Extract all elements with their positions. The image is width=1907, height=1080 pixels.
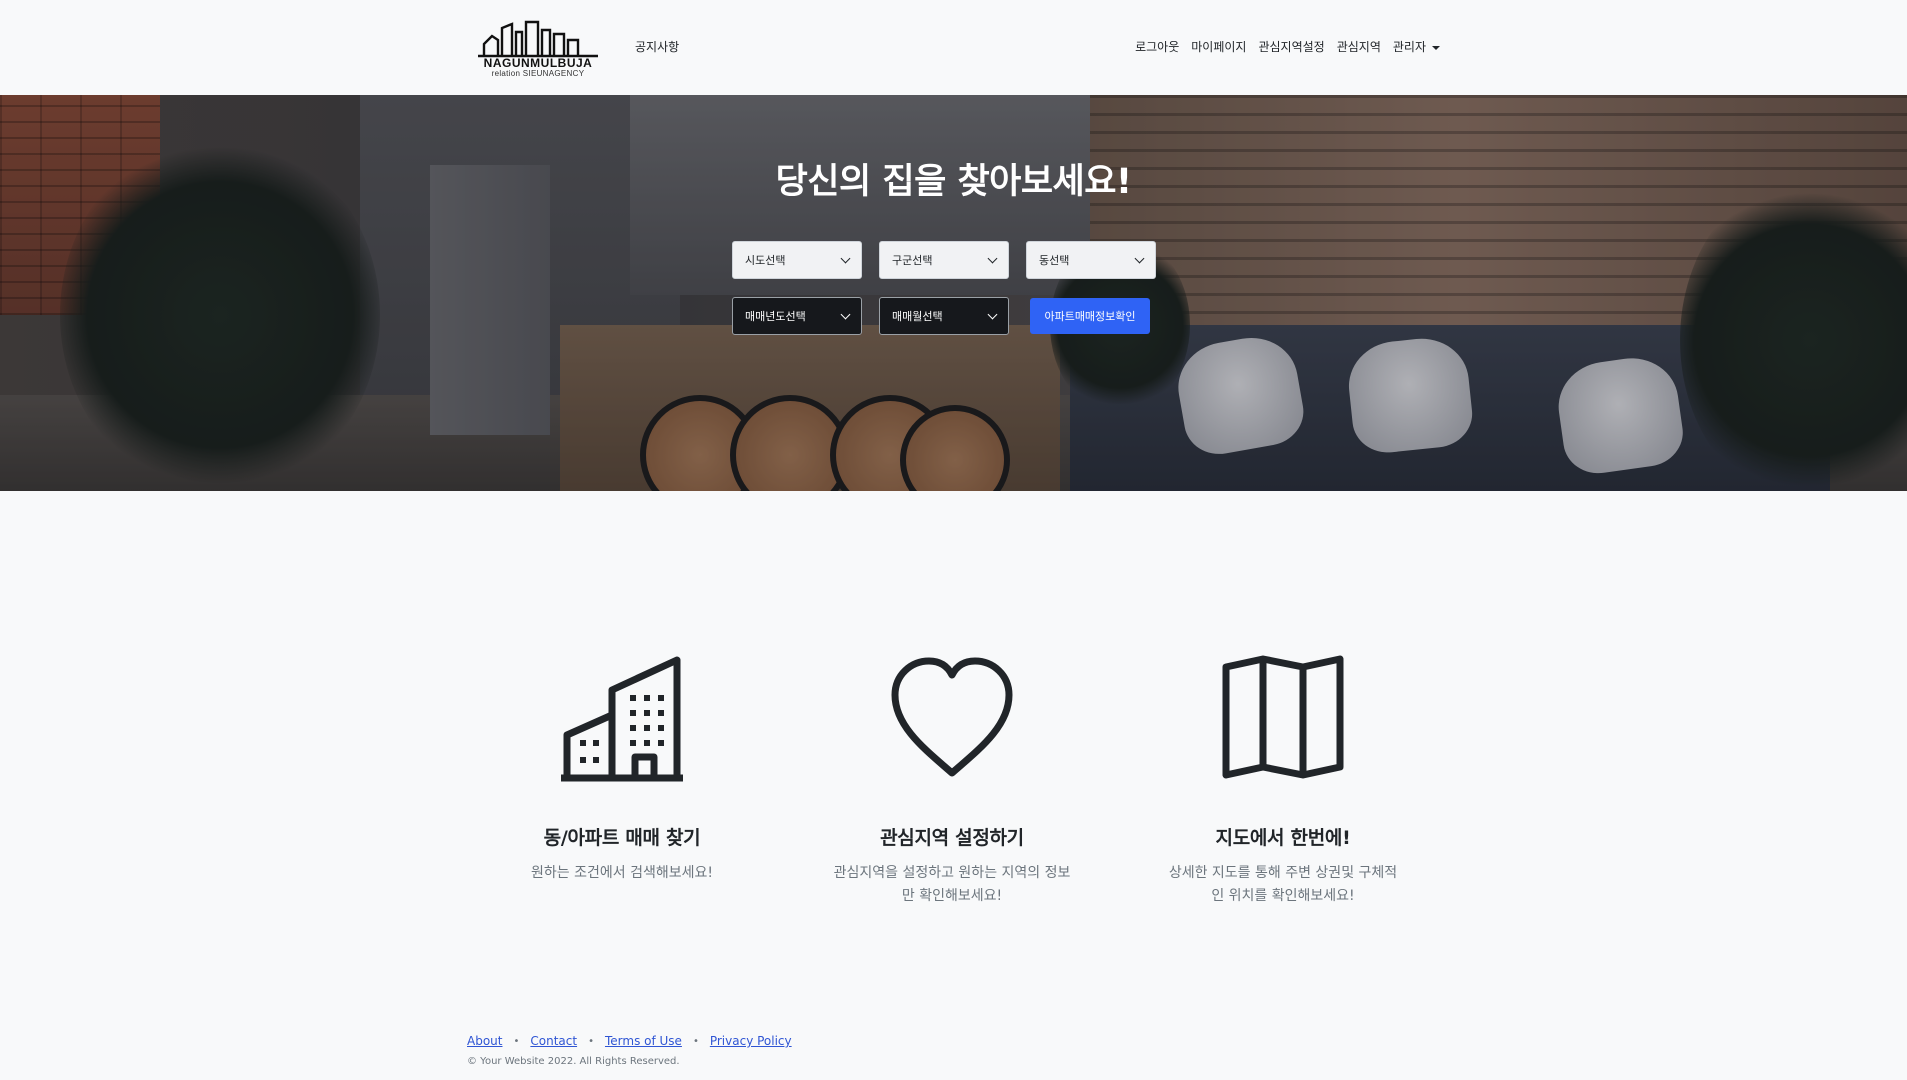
- chevron-down-icon: [840, 253, 851, 264]
- sido-select-value: 시도선택: [745, 254, 786, 267]
- building-icon: [561, 656, 683, 782]
- navbar-container: NAGUNMULBUJA relation SIEUNAGENCY 공지사항 로…: [467, 0, 1440, 95]
- chevron-down-icon: [987, 253, 998, 264]
- footer-copyright: © Your Website 2022. All Rights Reserved…: [467, 1056, 680, 1067]
- footer: About • Contact • Terms of Use • Privacy…: [467, 1034, 792, 1067]
- chevron-down-icon: [840, 309, 851, 320]
- footer-terms-link[interactable]: Terms of Use: [605, 1034, 682, 1048]
- logo-subtitle: relation SIEUNAGENCY: [491, 68, 585, 78]
- year-select-value: 매매년도선택: [745, 310, 806, 323]
- chevron-down-icon: [1134, 253, 1145, 264]
- map-icon: [1222, 655, 1344, 779]
- apt-deal-search-button[interactable]: 아파트매매정보확인: [1030, 298, 1150, 334]
- nav-admin-label: 관리자: [1392, 40, 1426, 54]
- feature-map: 지도에서 한번에! 상세한 지도를 통해 주변 상권및 구체적인 위치를 확인해…: [1153, 655, 1413, 908]
- navbar-left: NAGUNMULBUJA relation SIEUNAGENCY 공지사항: [467, 18, 679, 78]
- feature-interest: 관심지역 설정하기 관심지역을 설정하고 원하는 지역의 정보만 확인해보세요!: [822, 655, 1082, 908]
- hero-title: 당신의 집을 찾아보세요!: [775, 162, 1132, 202]
- sido-select[interactable]: 시도선택: [732, 241, 862, 279]
- logo-wordmark: NAGUNMULBUJA: [483, 55, 593, 70]
- feature-search: 동/아파트 매매 찾기 원하는 조건에서 검색해보세요!: [492, 655, 752, 885]
- navbar: NAGUNMULBUJA relation SIEUNAGENCY 공지사항 로…: [0, 0, 1907, 95]
- hero-section: 당신의 집을 찾아보세요! 시도선택 구군선택 동선택 매매년도선택 매매월선택…: [0, 95, 1907, 491]
- building-skyline-logo-icon: [478, 20, 598, 57]
- footer-separator: •: [588, 1035, 594, 1047]
- feature-title: 동/아파트 매매 찾기: [543, 827, 701, 849]
- brand-logo[interactable]: NAGUNMULBUJA relation SIEUNAGENCY: [467, 18, 609, 78]
- month-select-value: 매매월선택: [892, 310, 943, 323]
- feature-description: 원하는 조건에서 검색해보세요!: [531, 865, 713, 881]
- gugun-select[interactable]: 구군선택: [879, 241, 1009, 279]
- nav-interest-setting[interactable]: 관심지역설정: [1258, 38, 1324, 55]
- dong-select[interactable]: 동선택: [1026, 241, 1156, 279]
- nav-notice[interactable]: 공지사항: [635, 38, 679, 55]
- footer-separator: •: [692, 1035, 699, 1047]
- gugun-select-value: 구군선택: [892, 254, 933, 267]
- footer-privacy-link[interactable]: Privacy Policy: [710, 1034, 792, 1048]
- feature-description: 관심지역을 설정하고 원하는 지역의 정보만 확인해보세요!: [833, 865, 1071, 904]
- navbar-right: 로그아웃 마이페이지 관심지역설정 관심지역 관리자: [1135, 38, 1440, 55]
- nav-mypage[interactable]: 마이페이지: [1191, 38, 1246, 55]
- nav-interest[interactable]: 관심지역: [1337, 38, 1381, 55]
- nav-admin-dropdown[interactable]: 관리자: [1393, 38, 1440, 55]
- feature-title: 관심지역 설정하기: [880, 827, 1024, 849]
- month-select[interactable]: 매매월선택: [879, 297, 1009, 335]
- chevron-down-icon: [987, 309, 998, 320]
- feature-title: 지도에서 한번에!: [1215, 827, 1351, 849]
- heart-icon: [891, 657, 1013, 777]
- footer-separator: •: [513, 1035, 520, 1047]
- footer-contact-link[interactable]: Contact: [530, 1034, 577, 1048]
- footer-links: About • Contact • Terms of Use • Privacy…: [467, 1034, 792, 1048]
- nav-logout[interactable]: 로그아웃: [1135, 38, 1179, 55]
- caret-down-icon: [1432, 45, 1440, 50]
- dong-select-value: 동선택: [1039, 254, 1070, 267]
- feature-description: 상세한 지도를 통해 주변 상권및 구체적인 위치를 확인해보세요!: [1168, 865, 1398, 904]
- year-select[interactable]: 매매년도선택: [732, 297, 862, 335]
- footer-about-link[interactable]: About: [467, 1034, 502, 1048]
